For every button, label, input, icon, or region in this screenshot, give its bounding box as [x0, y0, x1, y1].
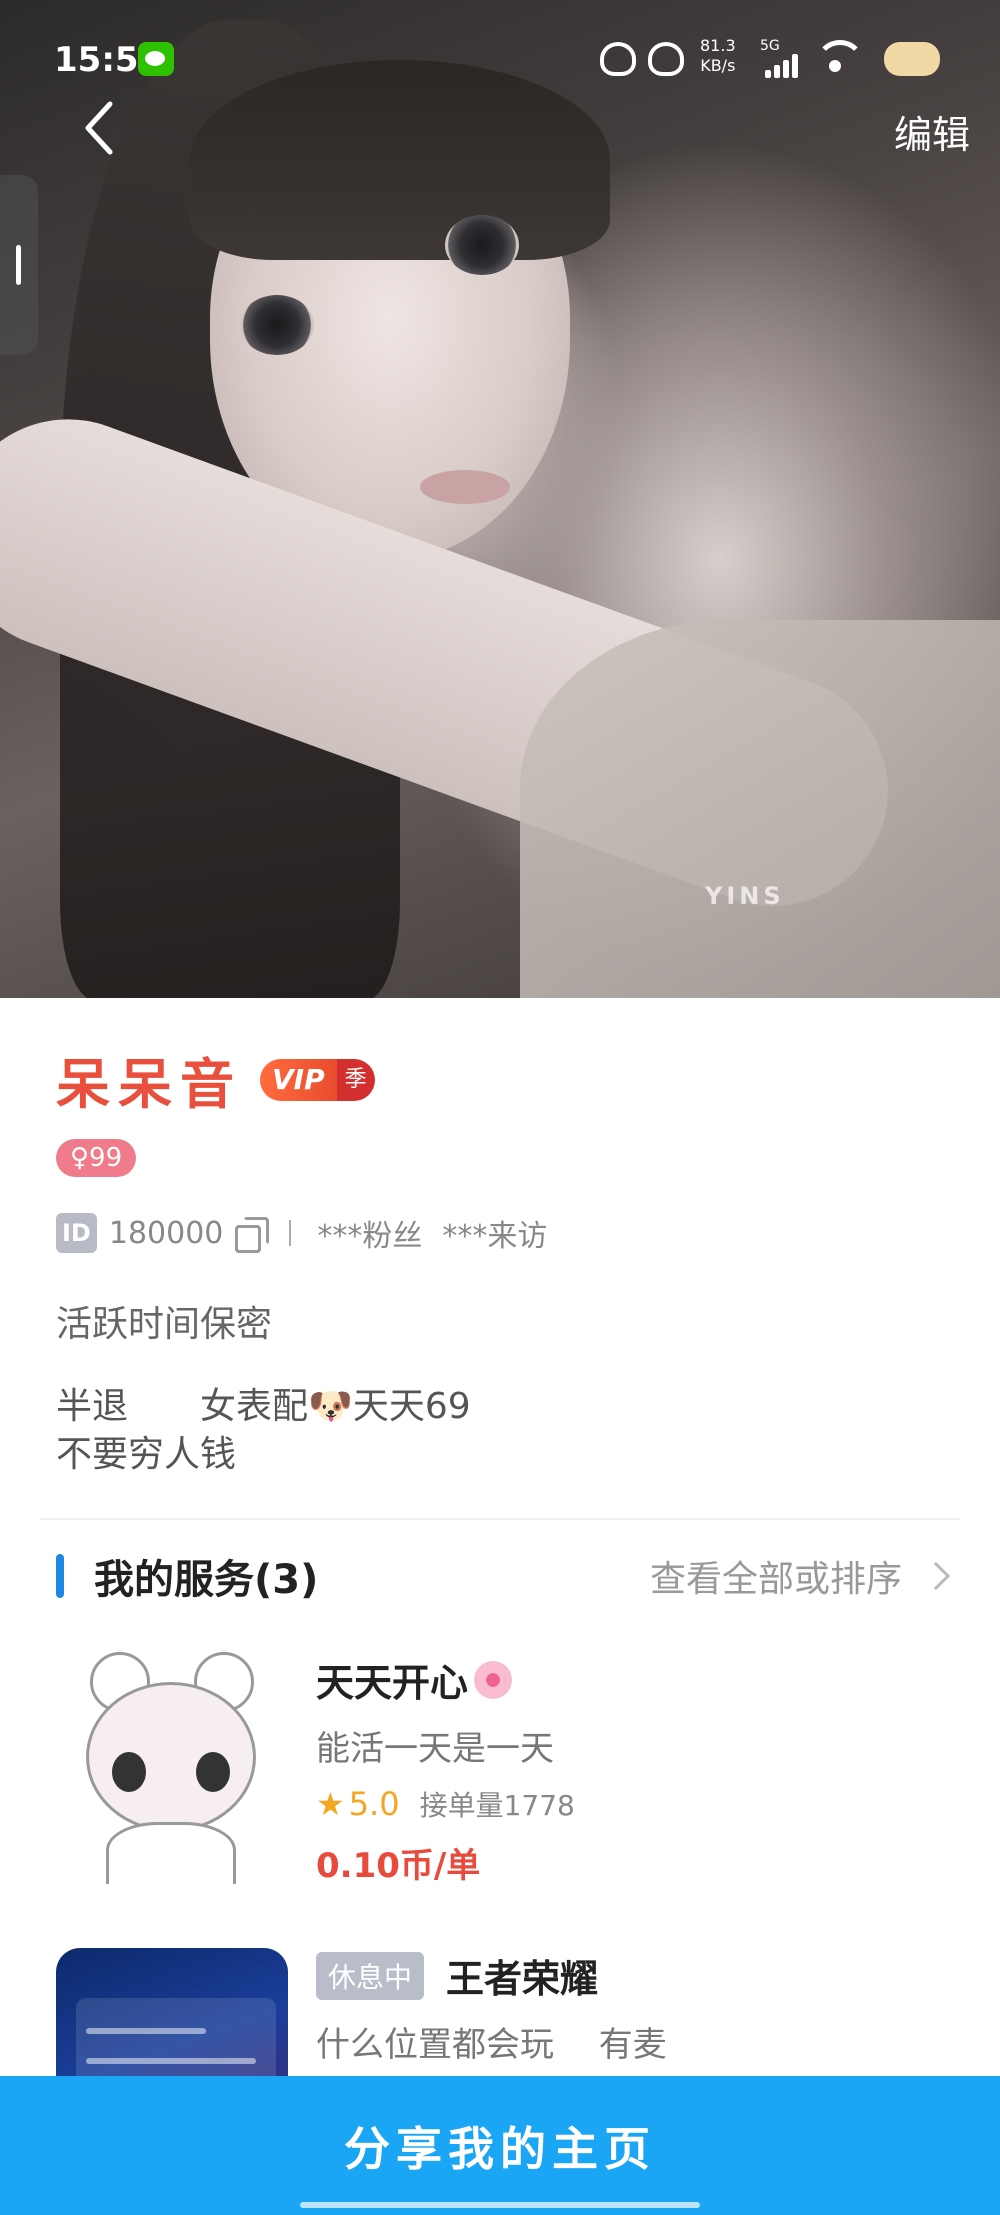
flower-icon: [474, 1660, 513, 1699]
section-accent-bar: [56, 1554, 64, 1598]
cover-bangs: [190, 60, 610, 260]
copy-icon[interactable]: [235, 1217, 270, 1253]
services-title: 我的服务(3): [94, 1557, 319, 1603]
service-title: 天天开心: [316, 1661, 469, 1705]
view-all-label: 查看全部或排序: [649, 1559, 902, 1600]
battery-icon: [884, 42, 940, 76]
section-divider: [40, 1518, 960, 1520]
game-screenshot-line: [86, 2058, 256, 2064]
service-title-row: 休息中 王者荣耀: [316, 1948, 936, 2003]
service-description: 能活一天是一天: [316, 1729, 554, 1769]
id-row: ID 180000 ***粉丝 ***来访: [56, 1211, 956, 1255]
chibi-eye-right: [196, 1752, 230, 1792]
chibi-body: [106, 1822, 236, 1884]
wifi-icon: [815, 40, 865, 76]
vip-badge[interactable]: VIP 季: [260, 1058, 375, 1101]
name-row: 呆呆音 VIP 季: [56, 1040, 956, 1119]
fans-count[interactable]: ***粉丝: [317, 1211, 422, 1255]
id-badge: ID: [56, 1213, 97, 1253]
divider: [289, 1220, 292, 1246]
cover-lips: [420, 470, 510, 504]
network-type: 5G: [760, 38, 780, 54]
profile-name: 呆呆音: [56, 1053, 242, 1116]
vip-label: VIP: [260, 1058, 337, 1101]
services-header: 我的服务(3) 查看全部或排序: [56, 1548, 951, 1604]
chibi-head: [86, 1682, 256, 1832]
cover-watermark: YINS: [705, 882, 785, 910]
edit-button[interactable]: 编辑: [894, 104, 970, 159]
cover-eye-left: [240, 295, 314, 355]
share-homepage-button[interactable]: 分享我的主页: [0, 2076, 1000, 2215]
network-speed-value: 81.3: [700, 36, 736, 55]
network-speed-unit: KB/s: [700, 56, 736, 75]
chibi-eye-left: [112, 1752, 146, 1792]
cover-eye-right: [445, 215, 519, 275]
wechat-icon: [138, 42, 174, 76]
view-all-services-link[interactable]: 查看全部或排序: [649, 1550, 951, 1602]
vip-tier: 季: [336, 1058, 375, 1101]
active-time: 活跃时间保密: [56, 1304, 273, 1345]
service-rating: 5.0: [348, 1785, 400, 1823]
profile-bio: 半退 女表配🐶天天69 不要穷人钱: [56, 1386, 471, 1475]
service-price: 0.10币/单: [316, 1846, 481, 1886]
service-orders: 接单量1778: [419, 1789, 575, 1822]
star-icon: ★: [316, 1785, 345, 1823]
home-indicator: [300, 2202, 700, 2208]
status-badge: 休息中: [316, 1951, 425, 2000]
service-description: 什么位置都会玩 有麦: [316, 2025, 667, 2065]
back-button[interactable]: [80, 100, 130, 160]
profile-info: 呆呆音 VIP 季 ♀99 ID 180000 ***粉丝 ***来访 活跃时间…: [56, 1040, 956, 1479]
visits-count[interactable]: ***来访: [442, 1211, 547, 1255]
share-label: 分享我的主页: [344, 2121, 656, 2176]
side-drawer-handle[interactable]: [0, 175, 38, 355]
mushroom-icon: [600, 42, 636, 76]
service-meta: ★ 5.0 接单量1778: [316, 1784, 936, 1824]
service-info: 休息中 王者荣耀 什么位置都会玩 有麦: [316, 1948, 936, 2066]
user-id: 180000: [108, 1215, 224, 1251]
chevron-left-icon: [85, 101, 113, 155]
status-bar: 15:57 81.3 KB/s 5G: [0, 36, 1000, 86]
service-thumbnail: [56, 1652, 288, 1884]
signal-icon: [765, 54, 801, 78]
gender-age-badge: ♀99: [56, 1139, 137, 1177]
network-speed: 81.3 KB/s: [700, 36, 736, 76]
service-title: 王者荣耀: [446, 1957, 599, 2001]
chevron-right-icon: [921, 1561, 951, 1591]
profile-cover-photo: YINS: [0, 0, 1000, 998]
service-info: 天天开心 能活一天是一天 ★ 5.0 接单量1778 0.10币/单: [316, 1652, 936, 1887]
cat-icon: [648, 42, 684, 76]
service-title-row: 天天开心: [316, 1652, 936, 1707]
service-card[interactable]: 天天开心 能活一天是一天 ★ 5.0 接单量1778 0.10币/单: [56, 1652, 946, 1892]
cover-dress: [520, 620, 1000, 998]
game-screenshot-line: [86, 2028, 206, 2034]
